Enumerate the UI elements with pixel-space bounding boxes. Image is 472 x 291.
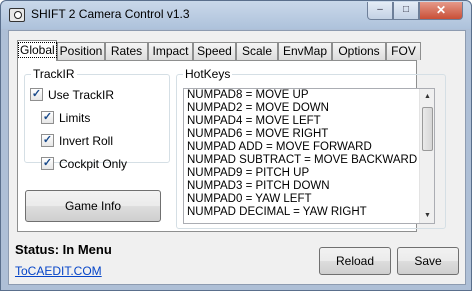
global-tab-panel: TrackIR ✓ Use TrackIR ✓ Limits ✓ Invert … — [17, 60, 446, 232]
list-item[interactable]: NUMPAD SUBTRACT = MOVE BACKWARD — [184, 154, 434, 167]
use-trackir-check-icon[interactable]: ✓ — [30, 88, 43, 101]
invert-roll-label: Invert Roll — [59, 134, 114, 148]
limits-check-icon[interactable]: ✓ — [41, 111, 54, 124]
list-item[interactable]: NUMPAD3 = PITCH DOWN — [184, 180, 434, 193]
tab-global[interactable]: Global — [17, 40, 57, 61]
minimize-button[interactable]: – — [367, 2, 393, 20]
list-item[interactable]: NUMPAD ADD = MOVE FORWARD — [184, 141, 434, 154]
hotkeys-group: HotKeys NUMPAD8 = MOVE UP NUMPAD2 = MOVE… — [176, 67, 446, 229]
list-item[interactable]: NUMPAD8 = MOVE UP — [184, 89, 434, 102]
tab-rates[interactable]: Rates — [105, 42, 148, 60]
tab-position[interactable]: Position — [57, 42, 105, 60]
tab-options[interactable]: Options — [332, 42, 386, 60]
scroll-down-arrow-icon[interactable]: ▼ — [420, 208, 434, 223]
website-link[interactable]: ToCAEDIT.COM — [15, 264, 102, 278]
window-title: SHIFT 2 Camera Control v1.3 — [31, 7, 190, 21]
invert-roll-check-icon[interactable]: ✓ — [41, 134, 54, 147]
status-text: Status: In Menu — [15, 242, 112, 257]
tab-scale[interactable]: Scale — [236, 42, 278, 60]
tab-fov[interactable]: FOV — [386, 42, 421, 60]
tab-impact[interactable]: Impact — [148, 42, 193, 60]
game-info-button[interactable]: Game Info — [25, 190, 161, 222]
title-bar[interactable]: SHIFT 2 Camera Control v1.3 – □ ✕ — [1, 1, 471, 29]
save-button[interactable]: Save — [397, 247, 459, 275]
maximize-button[interactable]: □ — [393, 2, 419, 20]
list-item[interactable]: NUMPAD6 = MOVE RIGHT — [184, 128, 434, 141]
use-trackir-label: Use TrackIR — [48, 88, 115, 102]
reload-button[interactable]: Reload — [319, 247, 391, 275]
list-item[interactable]: NUMPAD2 = MOVE DOWN — [184, 102, 434, 115]
hotkeys-scrollbar[interactable]: ▲ ▼ — [419, 89, 434, 223]
hotkeys-group-label: HotKeys — [183, 67, 233, 81]
trackir-group-label: TrackIR — [31, 67, 77, 81]
app-window: SHIFT 2 Camera Control v1.3 – □ ✕ Global… — [0, 0, 472, 291]
limits-label: Limits — [59, 111, 91, 125]
camera-icon[interactable] — [9, 8, 25, 22]
tab-envmap[interactable]: EnvMap — [278, 42, 332, 60]
cockpit-only-check-icon[interactable]: ✓ — [41, 157, 54, 170]
list-item[interactable]: NUMPAD9 = PITCH UP — [184, 167, 434, 180]
list-item[interactable]: NUMPAD DECIMAL = YAW RIGHT — [184, 206, 434, 219]
scrollbar-thumb[interactable] — [422, 107, 433, 151]
close-button[interactable]: ✕ — [419, 2, 463, 20]
tab-speed[interactable]: Speed — [193, 42, 236, 60]
list-item[interactable]: NUMPAD0 = YAW LEFT — [184, 193, 434, 206]
hotkeys-listbox[interactable]: NUMPAD8 = MOVE UP NUMPAD2 = MOVE DOWN NU… — [183, 88, 435, 224]
list-item[interactable]: NUMPAD4 = MOVE LEFT — [184, 115, 434, 128]
client-area: Global Position Rates Impact Speed Scale… — [8, 30, 466, 285]
trackir-group: TrackIR ✓ Use TrackIR ✓ Limits ✓ Invert … — [24, 67, 170, 171]
cockpit-only-label: Cockpit Only — [59, 157, 128, 171]
scroll-up-arrow-icon[interactable]: ▲ — [420, 89, 434, 104]
